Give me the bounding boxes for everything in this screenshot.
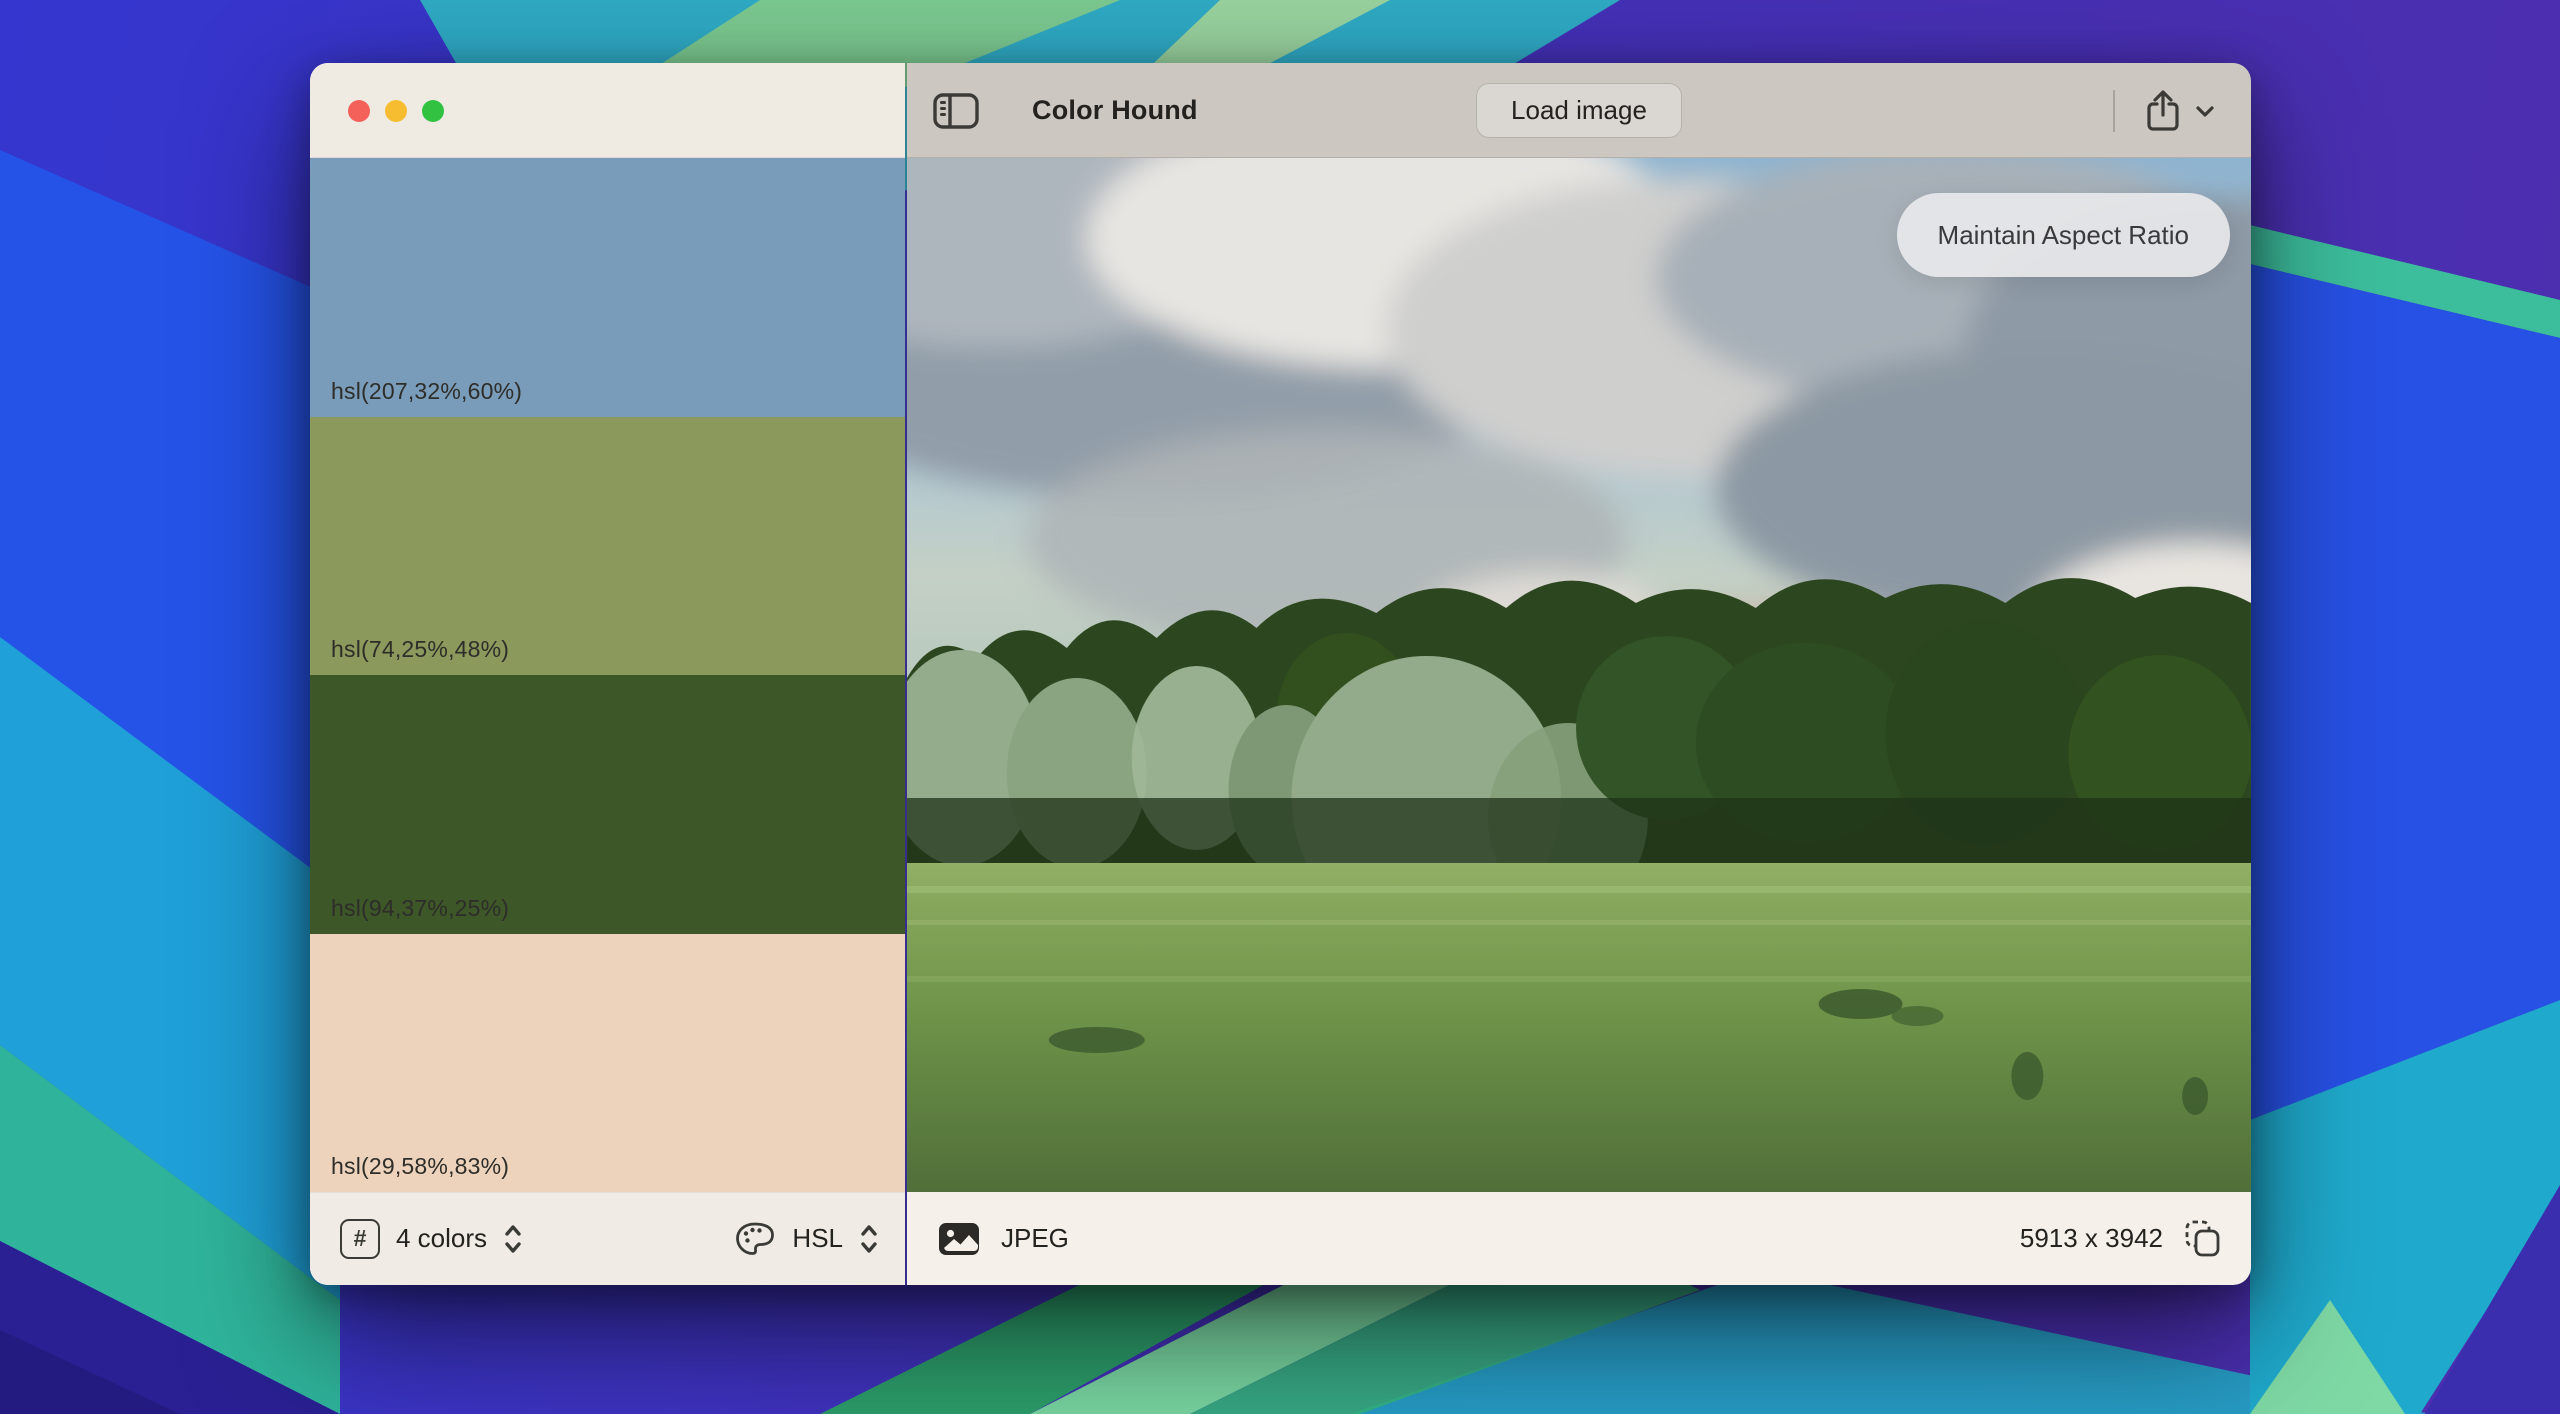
copy-icon[interactable] — [2183, 1218, 2223, 1260]
color-swatch[interactable]: hsl(29,58%,83%) — [310, 934, 905, 1193]
stepper-updown-icon — [859, 1224, 879, 1254]
share-icon[interactable] — [2143, 87, 2183, 135]
chevron-down-icon[interactable] — [2195, 104, 2215, 118]
load-image-button[interactable]: Load image — [1476, 83, 1682, 138]
image-status-bar: JPEG 5913 x 3942 — [907, 1192, 2251, 1285]
color-swatch-list: hsl(207,32%,60%) hsl(74,25%,48%) hsl(94,… — [310, 158, 905, 1192]
color-count-label: 4 colors — [396, 1223, 487, 1254]
color-format-label: HSL — [792, 1223, 843, 1254]
stepper-updown-icon — [503, 1224, 523, 1254]
color-format-control[interactable]: HSL — [734, 1221, 879, 1257]
maintain-aspect-ratio-button[interactable]: Maintain Aspect Ratio — [1897, 193, 2230, 277]
color-count-control[interactable]: # 4 colors — [340, 1219, 523, 1259]
color-hound-window: hsl(207,32%,60%) hsl(74,25%,48%) hsl(94,… — [310, 63, 2251, 1285]
sidebar-titlebar[interactable] — [310, 63, 905, 158]
swatch-hsl-label: hsl(29,58%,83%) — [310, 1153, 509, 1192]
palette-icon — [734, 1221, 776, 1257]
swatch-hsl-label: hsl(74,25%,48%) — [310, 636, 509, 675]
toggle-sidebar-icon[interactable] — [932, 91, 980, 131]
file-format-label: JPEG — [1001, 1223, 1069, 1254]
color-swatch[interactable]: hsl(207,32%,60%) — [310, 158, 905, 417]
swatch-hsl-label: hsl(207,32%,60%) — [310, 378, 522, 417]
image-file-icon — [937, 1221, 981, 1257]
minimize-button[interactable] — [385, 100, 407, 122]
file-format-group: JPEG — [937, 1221, 1069, 1257]
hash-icon: # — [340, 1219, 380, 1259]
close-button[interactable] — [348, 100, 370, 122]
swatch-hsl-label: hsl(94,37%,25%) — [310, 895, 509, 934]
color-swatch[interactable]: hsl(94,37%,25%) — [310, 675, 905, 934]
toolbar-divider — [2113, 90, 2115, 132]
main-pane: Color Hound Load image — [905, 63, 2251, 1285]
main-titlebar[interactable]: Color Hound Load image — [907, 63, 2251, 158]
traffic-lights — [348, 100, 444, 122]
image-dimensions-label: 5913 x 3942 — [2020, 1223, 2163, 1254]
window-title: Color Hound — [1032, 95, 1198, 126]
palette-sidebar: hsl(207,32%,60%) hsl(74,25%,48%) hsl(94,… — [310, 63, 905, 1285]
zoom-button[interactable] — [422, 100, 444, 122]
loaded-image-view[interactable]: Maintain Aspect Ratio — [907, 158, 2251, 1192]
dimensions-group: 5913 x 3942 — [2020, 1218, 2223, 1260]
sidebar-toolbar: # 4 colors HSL — [310, 1192, 905, 1285]
share-controls[interactable] — [2113, 63, 2215, 158]
landscape-photo — [907, 158, 2251, 1192]
desktop: hsl(207,32%,60%) hsl(74,25%,48%) hsl(94,… — [0, 0, 2560, 1414]
color-swatch[interactable]: hsl(74,25%,48%) — [310, 417, 905, 676]
